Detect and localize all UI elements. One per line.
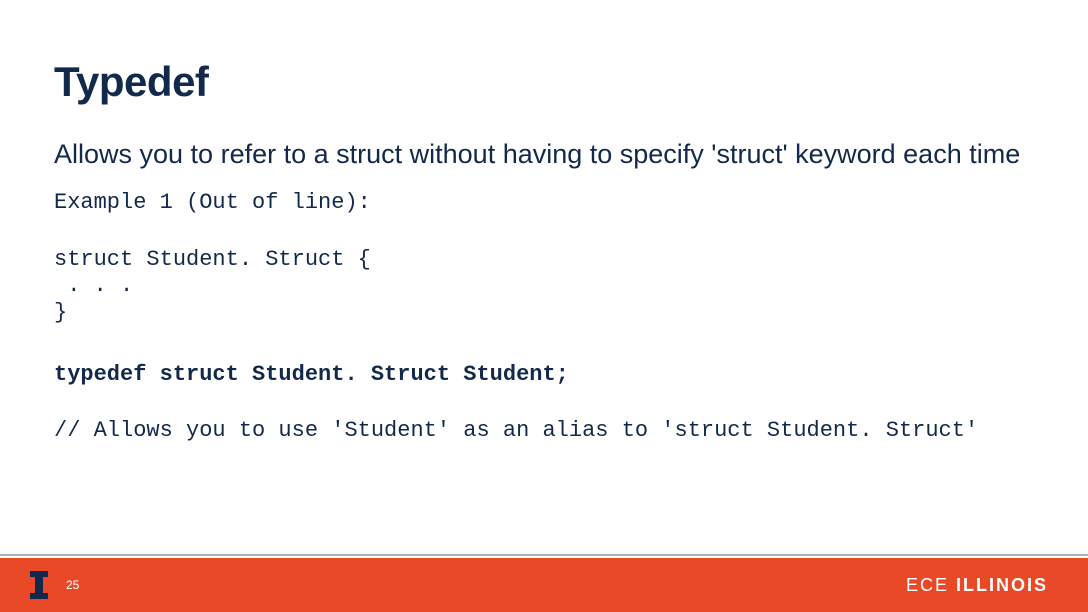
code-line-1: struct Student. Struct { xyxy=(54,247,1038,273)
code-line-3: } xyxy=(54,300,1038,326)
code-comment: // Allows you to use 'Student' as an ali… xyxy=(54,418,1038,444)
code-line-2: . . . xyxy=(54,273,1038,299)
code-typedef: typedef struct Student. Struct Student; xyxy=(54,362,1038,388)
slide-title: Typedef xyxy=(54,58,1038,106)
footer-bar: 25 ECE ILLINOIS xyxy=(0,558,1088,612)
brand-prefix: ECE xyxy=(906,575,956,595)
divider-line xyxy=(0,554,1088,556)
slide-description: Allows you to refer to a struct without … xyxy=(54,136,1038,172)
content-area: Typedef Allows you to refer to a struct … xyxy=(0,0,1088,445)
brand-bold: ILLINOIS xyxy=(956,575,1048,595)
footer-left: 25 xyxy=(30,571,79,599)
code-block-struct: struct Student. Struct { . . . } xyxy=(54,247,1038,326)
illinois-i-icon xyxy=(30,571,48,599)
footer-brand: ECE ILLINOIS xyxy=(906,575,1048,596)
example-label: Example 1 (Out of line): xyxy=(54,190,1038,216)
page-number: 25 xyxy=(66,578,79,592)
slide: Typedef Allows you to refer to a struct … xyxy=(0,0,1088,612)
